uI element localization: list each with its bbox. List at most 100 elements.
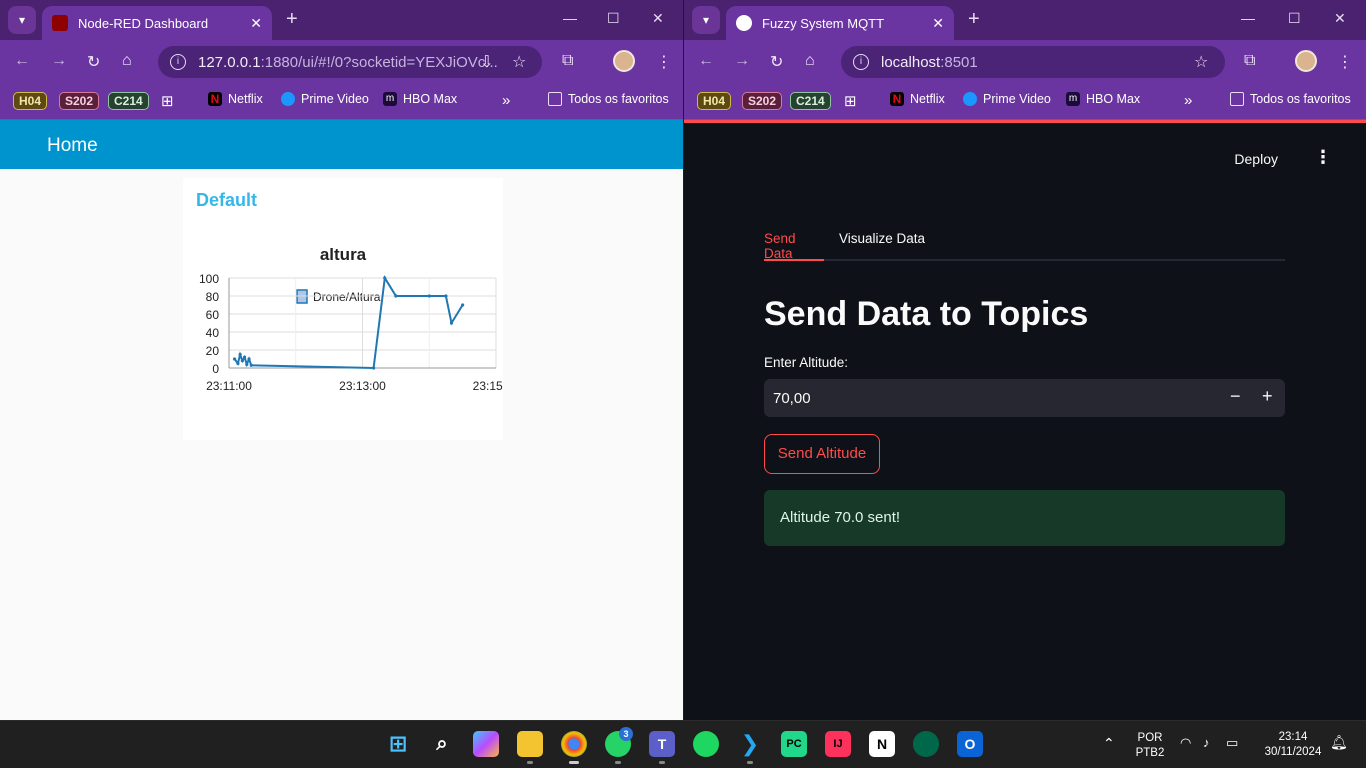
teams-icon[interactable]: T — [649, 731, 675, 757]
streamlit-favicon-icon — [736, 15, 752, 31]
explorer-indicator — [527, 761, 533, 764]
tab-search-button[interactable]: ▾ — [692, 6, 720, 34]
close-window-button[interactable]: ✕ — [652, 10, 664, 27]
bookmark-prime-video[interactable]: Prime Video — [281, 92, 369, 106]
browser-menu-icon[interactable]: ⋮ — [656, 52, 672, 72]
notion-icon[interactable]: N — [869, 731, 895, 757]
minimize-button[interactable]: — — [1241, 10, 1255, 26]
close-tab-icon[interactable]: ✕ — [250, 15, 262, 32]
bookmark-hbo-max[interactable]: m HBO Max — [1066, 92, 1140, 106]
vscode-icon[interactable]: ❯ — [737, 731, 763, 757]
site-info-icon[interactable]: i — [853, 54, 869, 70]
browser-menu-icon[interactable]: ⋮ — [1337, 52, 1353, 72]
bookmark-c214[interactable]: C214 — [790, 92, 831, 110]
all-bookmarks-folder[interactable]: Todos os favoritos — [548, 92, 669, 106]
address-bar[interactable]: i localhost:8501 — [841, 46, 1225, 78]
forward-arrow-icon[interactable]: → — [734, 52, 750, 70]
decrement-button[interactable]: − — [1230, 386, 1241, 407]
group-title: Default — [196, 190, 258, 210]
y-tick-label: 0 — [212, 362, 219, 376]
windows-taskbar: ⊞ ⌕ 3 T ❯ PC IJ N O ⌃ POR PTB2 ◠ ♪ ▭ 23:… — [0, 720, 1366, 768]
bookmark-star-icon[interactable]: ☆ — [1194, 52, 1208, 72]
volume-icon[interactable]: ♪ — [1203, 735, 1210, 750]
close-tab-icon[interactable]: ✕ — [932, 15, 944, 32]
url-path: :1880/ui/#!/0?socketid=YEXJiOVc... — [260, 53, 498, 71]
prime-video-icon — [963, 92, 977, 106]
more-bookmarks-button[interactable]: » — [502, 92, 510, 109]
home-icon[interactable]: ⌂ — [805, 52, 815, 70]
all-bookmarks-folder[interactable]: Todos os favoritos — [1230, 92, 1351, 106]
pycharm-icon[interactable]: PC — [781, 731, 807, 757]
chrome-icon[interactable] — [561, 731, 587, 757]
outlook-icon[interactable]: O — [957, 731, 983, 757]
teams-indicator — [659, 761, 665, 764]
show-hidden-icons-chevron-icon[interactable]: ⌃ — [1103, 735, 1115, 752]
altitude-value[interactable]: 70,00 — [773, 390, 811, 407]
bookmark-s202[interactable]: S202 — [742, 92, 783, 110]
bookmark-s202[interactable]: S202 — [59, 92, 100, 110]
profile-avatar[interactable] — [1295, 50, 1317, 72]
extensions-icon[interactable]: ⧉ — [1244, 52, 1255, 70]
page-title: Send Data to Topics — [764, 295, 1089, 333]
spotify-icon[interactable] — [693, 731, 719, 757]
back-arrow-icon[interactable]: ← — [14, 52, 30, 70]
intellij-icon[interactable]: IJ — [825, 731, 851, 757]
notification-bell-icon[interactable]: 🔔︎ — [1330, 734, 1348, 751]
site-info-icon[interactable]: i — [170, 54, 186, 70]
tab-search-button[interactable]: ▾ — [8, 6, 36, 34]
clock[interactable]: 23:14 30/11/2024 — [1258, 730, 1328, 760]
bookmark-netflix[interactable]: N Netflix — [890, 92, 945, 106]
minimize-button[interactable]: — — [563, 10, 577, 26]
battery-icon[interactable]: ▭ — [1226, 735, 1238, 751]
tab-send-data[interactable]: Send Data — [764, 231, 824, 261]
tab-fuzzy-system[interactable]: Fuzzy System MQTT ✕ — [726, 6, 954, 40]
y-tick-label: 60 — [206, 308, 220, 322]
bookmark-hbo-max[interactable]: m HBO Max — [383, 92, 457, 106]
bookmark-prime-video[interactable]: Prime Video — [963, 92, 1051, 106]
home-icon[interactable]: ⌂ — [122, 52, 132, 70]
profile-avatar[interactable] — [613, 50, 635, 72]
bookmark-star-icon[interactable]: ☆ — [512, 52, 526, 72]
install-app-icon[interactable]: ⇩ — [480, 52, 493, 72]
reload-icon[interactable]: ↻ — [87, 52, 100, 72]
apps-grid-icon[interactable]: ⊞ — [161, 92, 174, 110]
tab-visualize-data[interactable]: Visualize Data — [839, 231, 925, 261]
back-arrow-icon[interactable]: ← — [698, 52, 714, 70]
reload-icon[interactable]: ↻ — [770, 52, 783, 72]
tab-title: Fuzzy System MQTT — [762, 15, 885, 31]
start-windows-icon[interactable]: ⊞ — [385, 731, 411, 757]
search-icon[interactable]: ⌕ — [429, 731, 455, 757]
wifi-icon[interactable]: ◠ — [1180, 735, 1191, 751]
hbo-max-icon: m — [1066, 92, 1080, 106]
browser-toolbar: ← → ↻ ⌂ i 127.0.0.1:1880/ui/#!/0?socketi… — [0, 40, 683, 84]
copilot-icon[interactable] — [473, 731, 499, 757]
deploy-button[interactable]: Deploy — [1234, 151, 1278, 167]
file-explorer-icon[interactable] — [517, 731, 543, 757]
tab-node-red[interactable]: Node-RED Dashboard ✕ — [42, 6, 272, 40]
close-window-button[interactable]: ✕ — [1334, 10, 1346, 27]
maximize-button[interactable]: ☐ — [607, 10, 620, 27]
apps-grid-icon[interactable]: ⊞ — [844, 92, 857, 110]
bookmark-h04[interactable]: H04 — [697, 92, 732, 110]
node-red-dashboard-page: Home Default altura Drone/Altura 0 20 40 60… — [0, 120, 683, 720]
more-bookmarks-button[interactable]: » — [1184, 92, 1192, 109]
data-point — [444, 294, 448, 298]
data-point — [461, 303, 465, 307]
new-tab-button[interactable]: + — [286, 8, 298, 31]
language-indicator[interactable]: POR PTB2 — [1134, 731, 1166, 761]
altitude-label: Enter Altitude: — [764, 355, 849, 370]
bookmark-c214[interactable]: C214 — [108, 92, 149, 110]
forward-arrow-icon[interactable]: → — [51, 52, 67, 70]
app-menu-icon[interactable]: ⋮ — [1314, 147, 1332, 168]
data-point — [240, 359, 244, 363]
mongodb-compass-icon[interactable] — [913, 731, 939, 757]
extensions-icon[interactable]: ⧉ — [562, 52, 573, 70]
bookmark-netflix[interactable]: N Netflix — [208, 92, 263, 106]
altitude-number-input[interactable]: 70,00 − + — [764, 379, 1285, 417]
send-altitude-button[interactable]: Send Altitude — [764, 434, 880, 474]
legend-label[interactable]: Drone/Altura — [313, 290, 381, 304]
increment-button[interactable]: + — [1262, 386, 1273, 407]
maximize-button[interactable]: ☐ — [1288, 10, 1301, 27]
bookmark-h04[interactable]: H04 — [13, 92, 48, 110]
new-tab-button[interactable]: + — [968, 8, 980, 31]
